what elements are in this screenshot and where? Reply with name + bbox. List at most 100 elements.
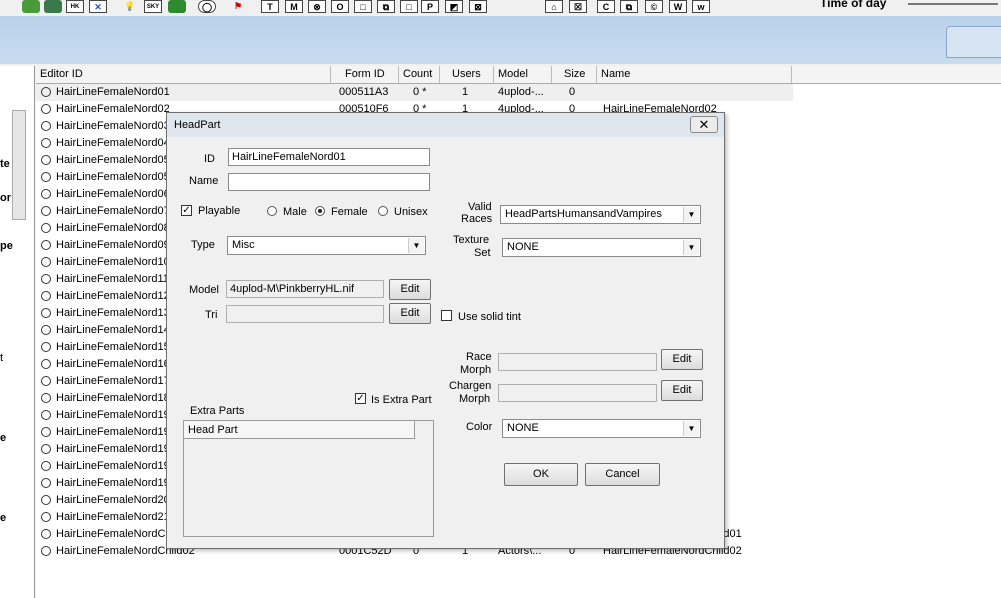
left-pane-scrollbar[interactable] (12, 110, 26, 220)
hk-tool-icon[interactable]: HK (66, 0, 84, 13)
grass-tool-icon[interactable] (168, 0, 186, 13)
headpart-icon (41, 427, 51, 437)
toolbar-button[interactable]: P (421, 0, 439, 13)
landscape-tool-icon[interactable] (44, 0, 62, 13)
playable-checkbox[interactable]: ✓ (181, 205, 192, 216)
left-fragment: te (0, 158, 10, 170)
texture-set-value: NONE (507, 241, 539, 253)
column-count[interactable]: Count (399, 66, 440, 83)
type-label: Type (191, 239, 215, 251)
id-field[interactable]: HairLineFemaleNord01 (228, 148, 430, 166)
tri-edit-button[interactable]: Edit (389, 303, 431, 324)
model-field[interactable]: 4uplod-M\PinkberryHL.nif (226, 280, 384, 298)
toolbar-button[interactable]: □ (354, 0, 372, 13)
speech-tool-icon[interactable]: ◯ (198, 0, 216, 13)
valid-races-dropdown[interactable]: HeadPartsHumansandVampires ▼ (500, 205, 701, 224)
toolbar-button[interactable]: □ (400, 0, 418, 13)
female-radio[interactable] (315, 206, 325, 216)
name-label: Name (189, 175, 219, 187)
toolbar-button[interactable]: © (645, 0, 663, 13)
type-dropdown[interactable]: Misc ▼ (227, 236, 426, 255)
cell-count: 0 * (413, 86, 427, 98)
headpart-icon (41, 172, 51, 182)
column-name[interactable]: Name (597, 66, 792, 83)
headpart-icon (41, 410, 51, 420)
race-morph-edit-button[interactable]: Edit (661, 349, 703, 370)
is-extra-part-label: Is Extra Part (371, 394, 432, 406)
toolbar-button[interactable]: ⧉ (377, 0, 395, 13)
unisex-radio[interactable] (378, 206, 388, 216)
head-part-column[interactable]: Head Part (184, 421, 415, 439)
close-button[interactable]: ✕ (690, 116, 718, 133)
toolbar-button[interactable]: M (285, 0, 303, 13)
valid-races-value: HeadPartsHumansandVampires (505, 208, 662, 220)
is-extra-part-checkbox[interactable]: ✓ (355, 393, 366, 404)
column-model[interactable]: Model (494, 66, 552, 83)
color-dropdown[interactable]: NONE ▼ (502, 419, 701, 438)
toolbar-button[interactable]: T (261, 0, 279, 13)
globe-tool-icon[interactable] (22, 0, 40, 13)
headpart-icon (41, 308, 51, 318)
color-value: NONE (507, 422, 539, 434)
chargen-morph-label-2: Morph (459, 393, 491, 405)
chevron-down-icon: ▼ (683, 421, 699, 436)
left-fragment: e (0, 432, 7, 444)
bulb-tool-icon[interactable]: 💡 (121, 0, 139, 13)
chargen-morph-field[interactable] (498, 384, 657, 402)
extra-parts-list[interactable]: Head Part (183, 420, 434, 537)
toolbar-button[interactable]: W (669, 0, 687, 13)
toolbar-button[interactable]: ⧉ (620, 0, 638, 13)
time-of-day-label: Time of day (820, 0, 887, 10)
texture-set-dropdown[interactable]: NONE ▼ (502, 238, 701, 257)
column-size[interactable]: Size (552, 66, 597, 83)
playable-label: Playable (198, 205, 241, 217)
chevron-down-icon: ▼ (408, 238, 424, 253)
male-radio[interactable] (267, 206, 277, 216)
race-morph-field[interactable] (498, 353, 657, 371)
ok-button[interactable]: OK (504, 463, 578, 486)
headpart-icon (41, 376, 51, 386)
unisex-label: Unisex (394, 206, 428, 218)
texture-set-label-2: Set (474, 247, 491, 259)
table-row[interactable]: HairLineFemaleNord01 000511A3 0 * 1 4uplod-.… (36, 84, 793, 101)
dialog-title-bar (167, 113, 724, 137)
toolbar-button[interactable]: O (331, 0, 349, 13)
headpart-icon (41, 138, 51, 148)
headpart-icon (41, 223, 51, 233)
column-users[interactable]: Users (440, 66, 494, 83)
name-field[interactable] (228, 173, 430, 191)
toolbar-button[interactable]: ☒ (569, 0, 587, 13)
id-label: ID (204, 153, 215, 165)
x-tool-icon[interactable]: ✕ (89, 0, 107, 13)
cell-model: 4uplod-... (498, 86, 544, 98)
toolbar-button[interactable]: ⌂ (545, 0, 563, 13)
tri-label: Tri (205, 309, 218, 321)
time-of-day-slider[interactable] (908, 3, 998, 5)
use-solid-tint-checkbox[interactable] (441, 310, 452, 321)
female-label: Female (331, 206, 368, 218)
toolbar-band (0, 16, 1001, 64)
column-form-id[interactable]: Form ID (331, 66, 399, 83)
cancel-button[interactable]: Cancel (585, 463, 660, 486)
sky-tool-icon[interactable]: SKY (144, 0, 162, 13)
toolbar-button[interactable]: w (692, 0, 710, 13)
headpart-icon (41, 240, 51, 250)
extra-parts-label: Extra Parts (190, 405, 245, 417)
toolbar-button[interactable]: ◩ (445, 0, 463, 13)
model-label: Model (189, 284, 219, 296)
tri-field[interactable] (226, 305, 384, 323)
headpart-icon (41, 461, 51, 471)
close-icon: ✕ (698, 117, 710, 132)
toolbar-button[interactable]: C (597, 0, 615, 13)
toolbar: HK ✕ 💡 SKY ◯ ⚑ Time of day T M ⊗ O □ ⧉ □ P ◩ ⊠ ⌂ ☒ C… (0, 0, 1001, 16)
column-editor-id[interactable]: Editor ID (36, 66, 331, 83)
toolbar-button[interactable]: ⊠ (469, 0, 487, 13)
headpart-icon (41, 155, 51, 165)
render-window-tab[interactable] (946, 26, 1001, 58)
model-edit-button[interactable]: Edit (389, 279, 431, 300)
toolbar-button[interactable]: ⊗ (308, 0, 326, 13)
marker-tool-icon[interactable]: ⚑ (229, 0, 247, 13)
chargen-morph-edit-button[interactable]: Edit (661, 380, 703, 401)
headpart-icon (41, 104, 51, 114)
valid-races-label: Valid (468, 201, 492, 213)
